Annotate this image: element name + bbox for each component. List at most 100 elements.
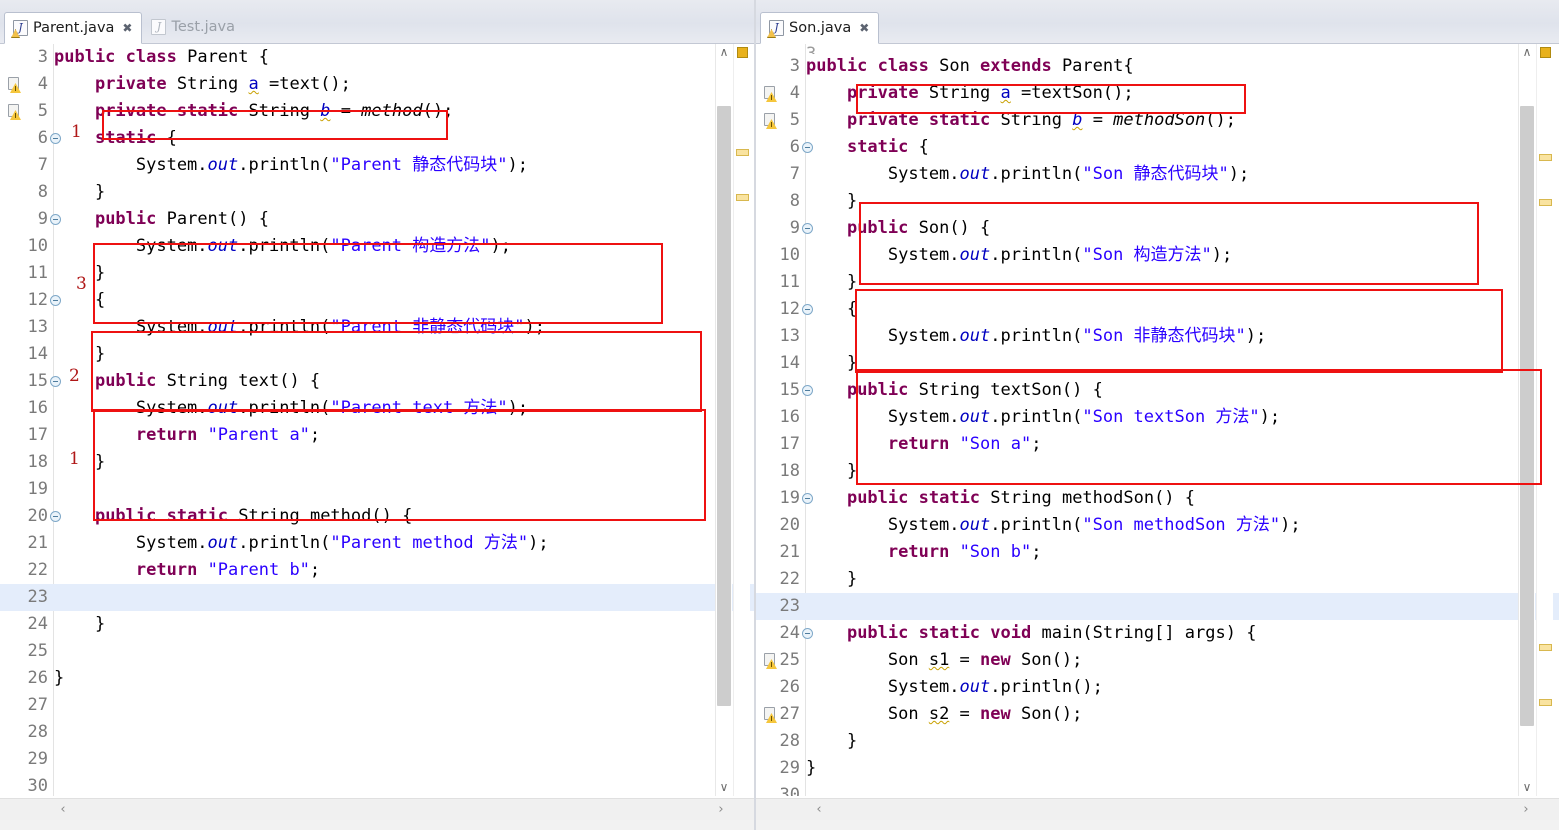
code-line[interactable]: 5 private static String b = method(); <box>0 98 754 125</box>
code-line[interactable]: 17 return "Son a"; <box>756 431 1559 458</box>
horizontal-scrollbar-right[interactable]: ‹ › <box>756 798 1559 820</box>
code-line[interactable]: 14 } <box>756 350 1559 377</box>
code-editor-parent[interactable]: 3 public class Parent {4 private String a… <box>0 44 754 796</box>
code-line[interactable]: 3 public class Son extends Parent{ <box>756 53 1559 80</box>
code-line[interactable]: 24 } <box>0 611 754 638</box>
ruler-warning-marker[interactable] <box>736 149 749 156</box>
code-line[interactable]: 13 System.out.println("Son 非静态代码块"); <box>756 323 1559 350</box>
code-text: public class Son extends Parent{ <box>806 56 1134 76</box>
code-line[interactable]: 30 <box>756 782 1559 796</box>
code-line[interactable]: 27 Son s2 = new Son(); <box>756 701 1559 728</box>
scroll-up-arrow[interactable]: ∧ <box>716 44 732 61</box>
code-line[interactable]: 29 <box>0 746 754 773</box>
code-line[interactable]: 22 return "Parent b"; <box>0 557 754 584</box>
code-line[interactable]: 21 return "Son b"; <box>756 539 1559 566</box>
tab-close-icon[interactable]: ✖ <box>859 21 869 35</box>
code-line[interactable]: 9 public Parent() { <box>0 206 754 233</box>
warning-marker-icon[interactable] <box>762 86 777 102</box>
code-line[interactable]: 16 System.out.println("Parent text 方法"); <box>0 395 754 422</box>
overview-ruler-left[interactable] <box>733 44 750 796</box>
code-line[interactable]: 16 System.out.println("Son textSon 方法"); <box>756 404 1559 431</box>
tab-parent-java[interactable]: Parent.java ✖ <box>4 12 143 44</box>
code-line[interactable]: 19 public static String methodSon() { <box>756 485 1559 512</box>
ruler-warning-marker[interactable] <box>736 194 749 201</box>
code-editor-son[interactable]: 3 3 public class Son extends Parent{4 pri… <box>756 44 1559 796</box>
eclipse-editor-window: Parent.java ✖ Test.java ✖ 3 public class … <box>0 0 1559 830</box>
vertical-scrollbar-right[interactable]: ∧ ∨ <box>1518 44 1535 796</box>
ruler-warning-marker[interactable] <box>1539 154 1552 161</box>
code-line[interactable]: 15 public String text() { <box>0 368 754 395</box>
code-line[interactable]: 4 private String a =textSon(); <box>756 80 1559 107</box>
code-line[interactable]: 25 <box>0 638 754 665</box>
code-line[interactable]: 6 static { <box>756 134 1559 161</box>
code-line[interactable]: 29} <box>756 755 1559 782</box>
code-line[interactable]: 3 public class Parent { <box>0 44 754 71</box>
code-line[interactable]: 12 { <box>756 296 1559 323</box>
code-line[interactable]: 8 } <box>756 188 1559 215</box>
code-line[interactable]: 24 public static void main(String[] args… <box>756 620 1559 647</box>
overview-ruler-right[interactable] <box>1536 44 1553 796</box>
ruler-warning-marker[interactable] <box>1539 644 1552 651</box>
vertical-scrollbar-left[interactable]: ∧ ∨ <box>715 44 732 796</box>
code-line[interactable]: 7 System.out.println("Son 静态代码块"); <box>756 161 1559 188</box>
ruler-warning-marker[interactable] <box>1539 699 1552 706</box>
code-line[interactable]: 6 static { <box>0 125 754 152</box>
horizontal-scrollbar-left[interactable]: ‹ › <box>0 798 754 820</box>
code-line[interactable]: 14 } <box>0 341 754 368</box>
warning-marker-icon[interactable] <box>6 77 21 93</box>
scroll-left-arrow[interactable]: ‹ <box>52 799 74 821</box>
code-line[interactable]: 22 } <box>756 566 1559 593</box>
scrollbar-thumb[interactable] <box>1520 106 1534 726</box>
warning-marker-icon[interactable] <box>6 104 21 120</box>
code-line[interactable]: 20 System.out.println("Son methodSon 方法"… <box>756 512 1559 539</box>
code-line[interactable]: 28 } <box>756 728 1559 755</box>
code-line[interactable]: 7 System.out.println("Parent 静态代码块"); <box>0 152 754 179</box>
code-line[interactable]: 23 <box>0 584 754 611</box>
code-line[interactable]: 23 <box>756 593 1559 620</box>
code-line[interactable]: 15 public String textSon() { <box>756 377 1559 404</box>
scroll-down-arrow[interactable]: ∨ <box>716 779 732 796</box>
scroll-left-arrow[interactable]: ‹ <box>808 799 830 821</box>
scrollbar-thumb[interactable] <box>717 106 731 706</box>
ruler-warning-marker[interactable] <box>1539 199 1552 206</box>
scroll-up-arrow[interactable]: ∧ <box>1519 44 1535 61</box>
code-line[interactable]: 20 public static String method() { <box>0 503 754 530</box>
code-line[interactable]: 26} <box>0 665 754 692</box>
code-line[interactable]: 26 System.out.println(); <box>756 674 1559 701</box>
line-number: 22 <box>779 569 800 589</box>
code-line[interactable]: 13 System.out.println("Parent 非静态代码块"); <box>0 314 754 341</box>
tab-close-icon[interactable]: ✖ <box>122 21 132 35</box>
code-text: return "Son a"; <box>887 434 1042 454</box>
line-number: 20 <box>779 515 800 535</box>
code-line[interactable]: 8 } <box>0 179 754 206</box>
code-line[interactable]: 17 return "Parent a"; <box>0 422 754 449</box>
code-line[interactable]: 25 Son s1 = new Son(); <box>756 647 1559 674</box>
code-line[interactable]: 28 <box>0 719 754 746</box>
code-line[interactable]: 10 System.out.println("Parent 构造方法"); <box>0 233 754 260</box>
code-line[interactable]: 10 System.out.println("Son 构造方法"); <box>756 242 1559 269</box>
code-line[interactable]: 19 <box>0 476 754 503</box>
code-line[interactable]: 18 } <box>0 449 754 476</box>
code-line[interactable]: 27 <box>0 692 754 719</box>
scroll-down-arrow[interactable]: ∨ <box>1519 779 1535 796</box>
code-line[interactable]: 21 System.out.println("Parent method 方法"… <box>0 530 754 557</box>
code-line[interactable]: 11 } <box>0 260 754 287</box>
code-text: System.out.println("Son textSon 方法"); <box>806 407 1281 427</box>
code-line[interactable]: 4 private String a =text(); <box>0 71 754 98</box>
code-line[interactable]: 18 } <box>756 458 1559 485</box>
tab-son-java[interactable]: Son.java ✖ <box>760 12 880 44</box>
code-line[interactable]: 11 } <box>756 269 1559 296</box>
code-text: private String a =textSon(); <box>846 83 1134 103</box>
line-number: 30 <box>27 776 48 796</box>
code-line[interactable]: 12 { <box>0 287 754 314</box>
warning-marker-icon[interactable] <box>762 707 777 723</box>
annotation-order-number: 3 <box>76 274 87 294</box>
tab-test-java[interactable]: Test.java ✖ <box>142 11 245 43</box>
code-line[interactable]: 30 <box>0 773 754 796</box>
scroll-right-arrow[interactable]: › <box>1515 799 1537 821</box>
code-line[interactable]: 5 private static String b = methodSon(); <box>756 107 1559 134</box>
warning-marker-icon[interactable] <box>762 653 777 669</box>
scroll-right-arrow[interactable]: › <box>710 799 732 821</box>
warning-marker-icon[interactable] <box>762 113 777 129</box>
code-line[interactable]: 9 public Son() { <box>756 215 1559 242</box>
